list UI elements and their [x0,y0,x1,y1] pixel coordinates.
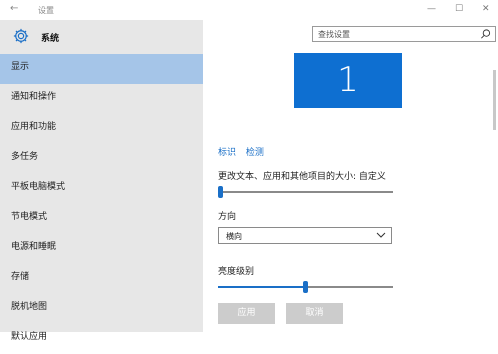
identify-link[interactable]: 标识 [218,148,236,158]
sidebar-item-display[interactable]: 显示 [0,54,203,84]
monitor-tile[interactable]: 1 [294,53,402,108]
scale-slider-track [223,191,393,193]
orientation-dropdown[interactable]: 横向 [218,227,392,244]
sidebar-item-label: 应用和功能 [11,122,57,132]
brightness-slider-thumb[interactable] [303,281,308,293]
sidebar-item-label: 通知和操作 [11,92,57,102]
sidebar: 系统 显示 通知和操作 应用和功能 多任务 平板电脑模式 节电模式 电源和睡眠 … [0,20,203,342]
sidebar-item-label: 存储 [11,272,30,282]
sidebar-item-default-apps[interactable]: 默认应用 [0,324,203,354]
chevron-down-icon [376,231,386,242]
orientation-value: 横向 [226,232,242,241]
detect-link[interactable]: 检测 [246,148,264,158]
maximize-icon[interactable]: ☐ [455,4,463,14]
brightness-slider-track [308,286,393,288]
sidebar-item-power-sleep[interactable]: 电源和睡眠 [0,234,203,264]
scrollbar[interactable] [493,70,496,130]
sidebar-item-label: 多任务 [11,152,39,162]
scale-slider[interactable] [218,186,393,198]
minimize-icon[interactable]: — [427,4,436,14]
gear-icon [12,27,30,48]
sidebar-item-offline-maps[interactable]: 脱机地图 [0,294,203,324]
search-icon[interactable] [480,28,491,43]
scale-label: 更改文本、应用和其他项目的大小: 自定义 [218,172,386,182]
search-placeholder: 查找设置 [318,30,350,39]
sidebar-item-label: 平板电脑模式 [11,182,66,192]
cancel-button[interactable]: 取消 [286,303,343,324]
sidebar-item-notifications[interactable]: 通知和操作 [0,84,203,114]
sidebar-item-tablet-mode[interactable]: 平板电脑模式 [0,174,203,204]
sidebar-item-label: 默认应用 [11,332,48,342]
display-links: 标识 检测 [218,145,271,158]
apply-button[interactable]: 应用 [218,303,275,324]
brightness-label: 亮度级别 [218,267,255,277]
sidebar-item-apps[interactable]: 应用和功能 [0,114,203,144]
sidebar-item-label: 节电模式 [11,212,48,222]
orientation-label: 方向 [218,212,237,222]
close-icon[interactable]: ✕ [482,4,490,14]
sidebar-item-battery-saver[interactable]: 节电模式 [0,204,203,234]
back-icon[interactable]: ← [10,3,18,14]
window-title: 设置 [38,6,54,15]
brightness-slider-fill [218,286,303,288]
sidebar-item-label: 显示 [11,62,30,72]
sidebar-header: 系统 [0,20,203,52]
sidebar-item-label: 电源和睡眠 [11,242,57,252]
sidebar-item-multitasking[interactable]: 多任务 [0,144,203,174]
main-panel: 查找设置 1 标识 检测 更改文本、应用和其他项目的大小: 自定义 方向 横向 … [203,20,498,332]
scale-slider-thumb[interactable] [218,186,223,198]
sidebar-item-label: 脱机地图 [11,302,48,312]
sidebar-title: 系统 [41,34,60,44]
sidebar-nav: 显示 通知和操作 应用和功能 多任务 平板电脑模式 节电模式 电源和睡眠 存储 … [0,54,203,354]
title-bar: ← 设置 — ☐ ✕ [0,0,498,20]
monitor-number: 1 [337,60,359,100]
brightness-slider[interactable] [218,281,393,293]
search-input[interactable]: 查找设置 [312,26,496,42]
sidebar-item-storage[interactable]: 存储 [0,264,203,294]
